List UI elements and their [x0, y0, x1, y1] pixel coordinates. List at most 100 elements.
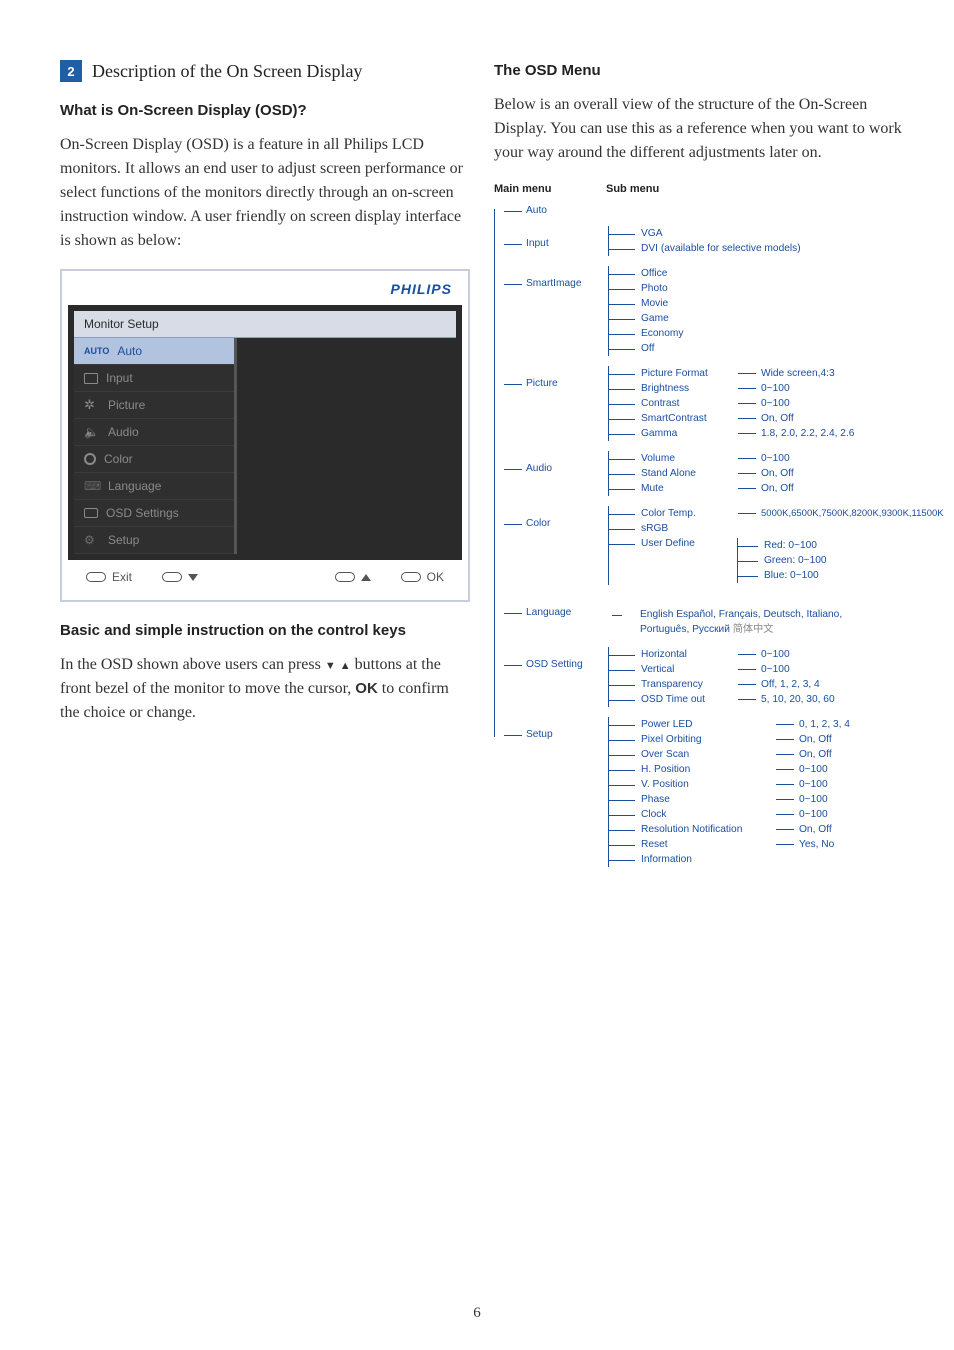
down-button[interactable] — [162, 570, 198, 584]
sub-label: Movie — [641, 298, 733, 309]
tree-header: Main menu Sub menu — [494, 183, 914, 195]
sub-label: Power LED — [641, 719, 771, 730]
sub-label: VGA — [641, 228, 733, 239]
sub-item: TransparencyOff, 1, 2, 3, 4 — [627, 677, 914, 692]
sub-label: Phase — [641, 794, 771, 805]
sub-item: VGA — [627, 226, 914, 241]
picture-icon — [84, 398, 100, 412]
exit-label: Exit — [112, 570, 132, 584]
sub-item: Over Scan On, Off — [627, 747, 914, 762]
up-button[interactable] — [335, 570, 371, 584]
ok-bold-text: OK — [355, 680, 378, 697]
main-label: Setup — [526, 729, 608, 740]
triangle-up-icon: ▲ — [340, 660, 351, 672]
osd-label: Picture — [108, 398, 145, 412]
sub-label: Gamma — [641, 428, 733, 439]
osd-detail-pane — [234, 338, 456, 554]
sub-label: DVI (available for selective models) — [641, 243, 801, 254]
osd-item-input[interactable]: Input — [74, 365, 234, 392]
osd-item-language[interactable]: Language — [74, 473, 234, 500]
osd-label: Setup — [108, 533, 139, 547]
osd-question: What is On-Screen Display (OSD)? — [60, 102, 470, 119]
sub-item: DVI (available for selective models) — [627, 241, 914, 256]
sub-item: Movie — [627, 296, 914, 311]
osd-item-osd-settings[interactable]: OSD Settings — [74, 500, 234, 527]
sub-item: SmartContrastOn, Off — [627, 411, 914, 426]
sub-value: 0~100 — [761, 649, 914, 660]
triangle-down-icon: ▼ — [325, 660, 336, 672]
right-column: The OSD Menu Below is an overall view of… — [494, 60, 914, 873]
osd-item-picture[interactable]: Picture — [74, 392, 234, 419]
sub-value: On, Off — [799, 749, 914, 760]
sub-label: Game — [641, 313, 733, 324]
sub-value: On, Off — [761, 468, 914, 479]
ok-label: OK — [427, 570, 444, 584]
sub-item: Color Temp. 5000K,6500K,7500K,8200K,9300K… — [627, 506, 944, 521]
sub-label: OSD Time out — [641, 694, 733, 705]
sub-label: Color Temp. — [641, 508, 733, 519]
osd-footer: Exit OK — [68, 560, 462, 594]
sub-item: Information — [627, 852, 914, 867]
auto-icon: AUTO — [84, 346, 109, 356]
main-label: Auto — [526, 205, 608, 216]
tree-header-sub: Sub menu — [606, 183, 659, 195]
sub-label: Horizontal — [641, 649, 733, 660]
sub-value: 0~100 — [799, 779, 914, 790]
user-define-block: Red: 0~100 Green: 0~100 Blue: 0~100 — [737, 538, 827, 583]
osd-item-setup[interactable]: Setup — [74, 527, 234, 554]
osd-label: Input — [106, 371, 133, 385]
main-label: Picture — [526, 378, 608, 389]
sub-label: Volume — [641, 453, 733, 464]
osd-brand: PHILIPS — [68, 277, 462, 305]
sub-item: Contrast 0~100 — [627, 396, 914, 411]
tree-osd-setting: OSD Setting Horizontal0~100 Vertical0~10… — [504, 659, 914, 707]
sub-value: Yes, No — [799, 839, 914, 850]
exit-button[interactable]: Exit — [86, 570, 132, 584]
sub-item: sRGB — [627, 521, 944, 536]
sub-item: Brightness0~100 — [627, 381, 914, 396]
section-number: 2 — [60, 60, 82, 82]
sub-label: Picture Format — [641, 368, 733, 379]
page-number: 6 — [0, 1305, 954, 1322]
setup-icon — [84, 533, 100, 547]
osd-icon — [84, 508, 98, 518]
sub-value: 5000K,6500K,7500K,8200K,9300K,11500K — [761, 508, 944, 519]
sub-value: 0~100 — [761, 398, 914, 409]
tree-color: Color Color Temp.5000K,6500K,7500K,8200K… — [504, 518, 914, 585]
sub-label: User Define — [641, 538, 733, 549]
sub-label: Reset — [641, 839, 771, 850]
osd-header: Monitor Setup — [74, 311, 456, 338]
tree-header-main: Main menu — [494, 183, 566, 195]
sub-label: Over Scan — [641, 749, 771, 760]
lang-token: Español, Français, Deutsch, Italiano, — [673, 609, 842, 620]
sub-item: Phase0~100 — [627, 792, 914, 807]
sub-label: Contrast — [641, 398, 733, 409]
osd-item-auto[interactable]: AUTO Auto — [74, 338, 234, 365]
sub-label: Stand Alone — [641, 468, 733, 479]
basic-instruction-heading: Basic and simple instruction on the cont… — [60, 622, 470, 639]
sub-item: V. Position0~100 — [627, 777, 914, 792]
philips-logo: PHILIPS — [391, 281, 452, 297]
tree-auto: Auto — [504, 205, 914, 216]
sub-value: On, Off — [799, 824, 914, 835]
sub-item: English Español, Français, Deutsch, Ital… — [626, 607, 914, 637]
osd-label: Auto — [117, 344, 142, 358]
sub-label: Clock — [641, 809, 771, 820]
sub-item: Photo — [627, 281, 914, 296]
main-label: Input — [526, 238, 608, 249]
input-icon — [84, 373, 98, 384]
section-title: Description of the On Screen Display — [92, 61, 362, 82]
sub-value: 0~100 — [761, 664, 914, 675]
osd-item-audio[interactable]: Audio — [74, 419, 234, 446]
sub-item: Office — [627, 266, 914, 281]
sub-item: User Define Red: 0~100 Green: 0~100 Blue… — [627, 536, 944, 585]
osd-item-color[interactable]: Color — [74, 446, 234, 473]
ok-button[interactable]: OK — [401, 570, 444, 584]
text-fragment: In the OSD shown above users can press — [60, 656, 325, 673]
sub-label: Mute — [641, 483, 733, 494]
sub-item: Vertical0~100 — [627, 662, 914, 677]
main-label: Audio — [526, 463, 608, 474]
sub-label: Off — [641, 343, 733, 354]
tree-smartimage: SmartImage Office Photo Movie Game Econo… — [504, 278, 914, 356]
ud-item: Red: 0~100 — [752, 538, 827, 553]
